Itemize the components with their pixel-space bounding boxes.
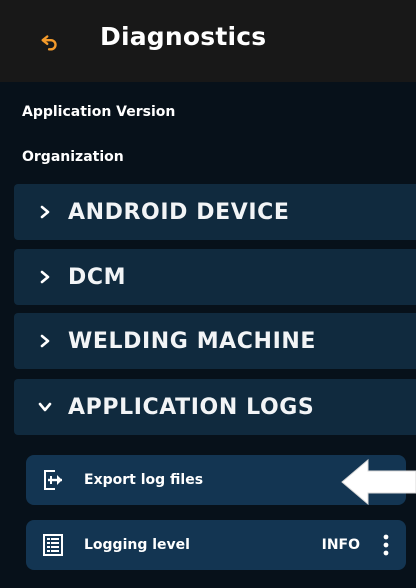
undo-arrow-icon	[41, 35, 57, 51]
chevron-right-icon	[30, 333, 60, 349]
logging-level-row[interactable]: Logging level INFO	[26, 520, 406, 570]
chevron-right-icon	[30, 204, 60, 220]
section-label: WELDING MACHINE	[68, 328, 316, 354]
section-label: ANDROID DEVICE	[68, 199, 290, 225]
logging-level-label: Logging level	[84, 537, 190, 553]
logging-level-value: INFO	[321, 537, 360, 553]
application-version-label: Application Version	[22, 104, 176, 120]
pointer-arrow-icon	[341, 458, 416, 506]
section-application-logs[interactable]: APPLICATION LOGS	[14, 379, 416, 435]
app-bar: Diagnostics	[0, 0, 416, 82]
diagnostics-screen: Diagnostics Application Version Organiza…	[0, 0, 416, 588]
section-label: APPLICATION LOGS	[68, 394, 315, 420]
list-icon	[40, 532, 66, 558]
organization-label: Organization	[22, 149, 124, 165]
more-vert-icon[interactable]	[378, 532, 394, 558]
chevron-down-icon	[30, 400, 60, 414]
section-welding-machine[interactable]: WELDING MACHINE	[14, 313, 416, 369]
chevron-right-icon	[30, 269, 60, 285]
diagnostics-content: Application Version Organization ANDROID…	[0, 82, 416, 588]
section-dcm[interactable]: DCM	[14, 249, 416, 305]
section-android-device[interactable]: ANDROID DEVICE	[14, 184, 416, 240]
back-button[interactable]	[30, 22, 70, 62]
export-icon	[40, 467, 66, 493]
section-label: DCM	[68, 264, 127, 290]
page-title: Diagnostics	[100, 22, 267, 51]
export-log-files-label: Export log files	[84, 472, 204, 488]
